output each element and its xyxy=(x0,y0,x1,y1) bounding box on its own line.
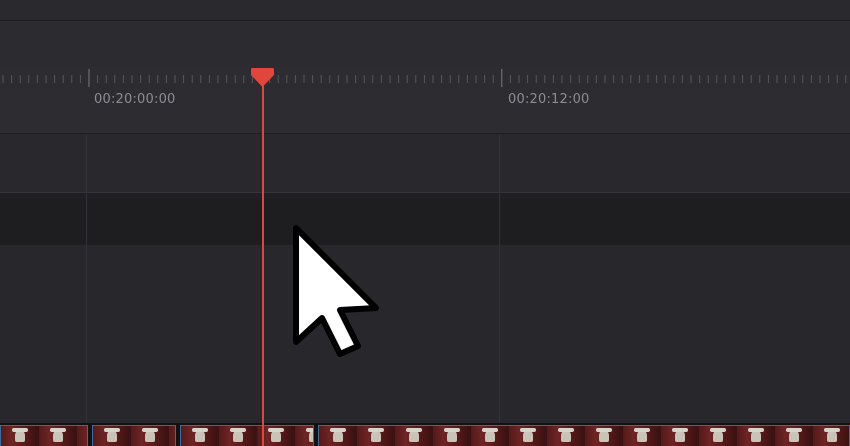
clip-thumbnail xyxy=(395,426,431,446)
clip-thumbnail xyxy=(357,426,393,446)
clip-thumbnail xyxy=(295,426,313,446)
timeline-clip[interactable] xyxy=(180,425,314,446)
clip-thumbnail xyxy=(623,426,659,446)
clip-thumbnail xyxy=(169,426,175,446)
ruler-timecode-mid: 00:20:12:00 xyxy=(508,92,590,107)
timeline-clip[interactable] xyxy=(92,425,176,446)
clip-thumbnail xyxy=(1,426,37,446)
playhead-marker-icon[interactable] xyxy=(250,67,275,89)
clip-thumbnail xyxy=(661,426,697,446)
clip-thumbnail xyxy=(39,426,75,446)
ruler-timecode-start: 00:20:00:00 xyxy=(94,92,176,107)
clip-thumbnail xyxy=(471,426,507,446)
clip-thumbnail xyxy=(131,426,167,446)
clip-thumbnail xyxy=(93,426,129,446)
clip-thumbnail xyxy=(181,426,217,446)
clip-thumbnail xyxy=(219,426,255,446)
video-track-empty[interactable] xyxy=(0,134,850,192)
timeline-view: 00:20:00:00 00:20:12:00 xyxy=(0,0,850,446)
video-track-area[interactable] xyxy=(0,245,850,423)
playhead-line[interactable] xyxy=(262,80,264,446)
track-header-band[interactable] xyxy=(0,199,850,245)
clip-thumbnail xyxy=(77,426,87,446)
clip-thumbnail xyxy=(509,426,545,446)
timeline-gridline xyxy=(86,134,87,423)
clip-thumbnail xyxy=(775,426,811,446)
timeline-clip[interactable] xyxy=(0,425,88,446)
timeline-top-bar xyxy=(0,0,850,21)
timeline-gridline xyxy=(499,134,500,423)
clip-thumbnail xyxy=(319,426,355,446)
clip-thumbnail xyxy=(737,426,773,446)
clip-thumbnail xyxy=(813,426,849,446)
clip-thumbnail xyxy=(585,426,621,446)
clip-thumbnail xyxy=(547,426,583,446)
clip-thumbnail xyxy=(699,426,735,446)
clip-track[interactable] xyxy=(0,423,850,446)
ruler-ticks xyxy=(2,69,847,87)
clip-thumbnail xyxy=(433,426,469,446)
mouse-pointer-icon xyxy=(293,225,379,357)
timeline-clip[interactable] xyxy=(318,425,850,446)
timeline-header xyxy=(0,21,850,68)
timecode-ruler[interactable]: 00:20:00:00 00:20:12:00 xyxy=(0,67,850,134)
